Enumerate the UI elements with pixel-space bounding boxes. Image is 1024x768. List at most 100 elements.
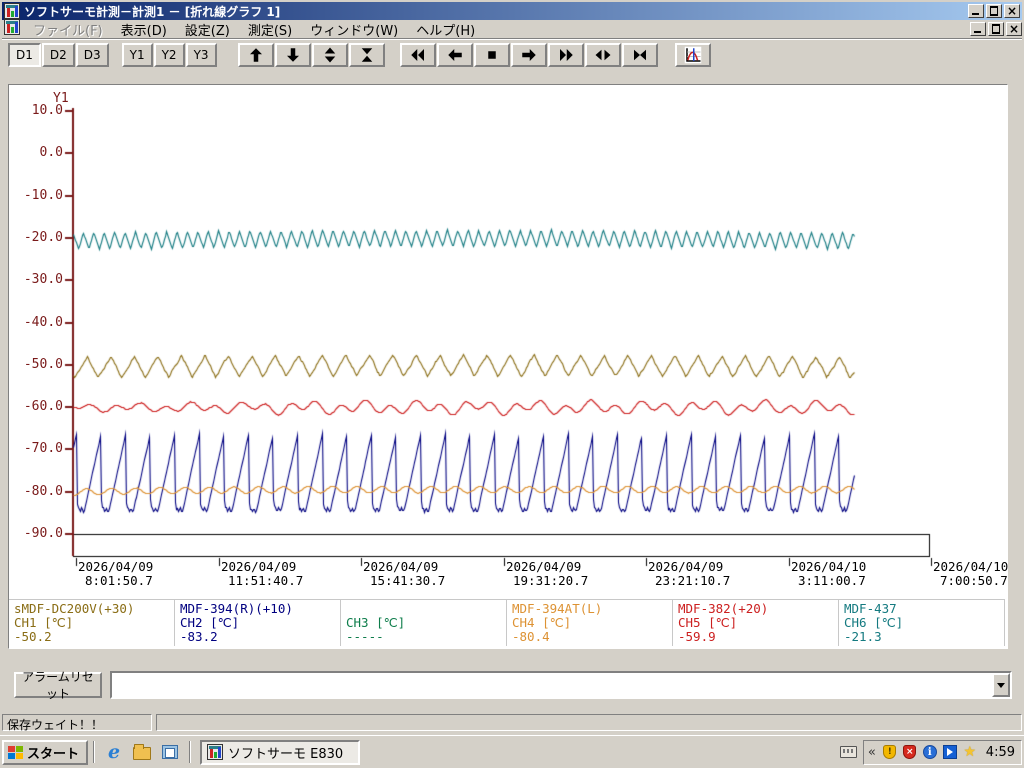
app-chart-icon: [4, 3, 20, 19]
legend-series-name: sMDF-DC200V(+30): [14, 601, 135, 616]
alert-shield-icon: !: [883, 745, 897, 759]
taskbar-divider: [93, 741, 96, 763]
legend-cell-ch6[interactable]: MDF-437 CH6 [℃] -21.3: [839, 600, 1005, 646]
toolbar-stop-button[interactable]: [473, 43, 510, 67]
menu-window[interactable]: ウィンドウ(W): [301, 19, 407, 40]
legend-cell-ch2[interactable]: MDF-394(R)(+10) CH2 [℃] -83.2: [175, 600, 341, 646]
menu-measure[interactable]: 測定(S): [239, 19, 301, 40]
menu-settings[interactable]: 設定(Z): [176, 19, 239, 40]
toolbar-collapse-vertical-button[interactable]: [348, 43, 385, 67]
x-tick-date: 2026/04/09: [78, 559, 154, 574]
legend-cell-ch4[interactable]: MDF-394AT(L) CH4 [℃] -80.4: [507, 600, 673, 646]
media-play-icon: [942, 745, 957, 759]
x-tick-time: 15:41:30.7: [370, 573, 446, 588]
step-left-icon: [447, 49, 462, 61]
system-tray: « ! × i ★ 4:59: [862, 739, 1022, 765]
legend-channel-label: CH3 [℃]: [346, 615, 406, 630]
x-tick-date: 2026/04/09: [363, 559, 439, 574]
toolbar-down-arrow-button[interactable]: [274, 43, 311, 67]
tray-info-balloon-icon[interactable]: i: [922, 744, 938, 760]
show-desktop-icon: [162, 745, 179, 759]
keyboard-layout-icon[interactable]: [839, 746, 857, 758]
tray-alert-shield-icon[interactable]: !: [882, 744, 898, 760]
collapse-chevron-icon[interactable]: «: [868, 745, 876, 760]
toolbar-step-left-button[interactable]: [436, 43, 473, 67]
restore-button[interactable]: [986, 4, 1002, 18]
toolbar-expand-horizontal-button[interactable]: [584, 43, 621, 67]
step-right-icon: [521, 49, 536, 61]
desktop: ソフトサーモ計測－計測1 － [折れ線グラフ 1] × ファイル(F) 表示(D)…: [0, 0, 1024, 768]
taskbar: スタート e ソフトサーモ E830 « ! × i ★ 4:59: [0, 735, 1024, 768]
menu-help[interactable]: ヘルプ(H): [407, 19, 484, 40]
task-button-softthermo[interactable]: ソフトサーモ E830: [200, 739, 361, 765]
menu-file[interactable]: ファイル(F): [24, 19, 112, 40]
quicklaunch-ie-icon[interactable]: e: [103, 741, 125, 763]
y-tick-label: -30.0: [23, 272, 63, 287]
restore-icon: [992, 24, 1000, 34]
x-tick-date: 2026/04/09: [221, 559, 297, 574]
x-tick-time: 7:00:50.7: [940, 573, 1008, 588]
alarm-combobox[interactable]: [110, 671, 1012, 699]
down-arrow-icon: [286, 48, 299, 62]
x-tick-label: 2026/04/09 8:01:50.7: [78, 560, 153, 588]
alarm-reset-button[interactable]: アラームリセット: [14, 670, 102, 701]
tray-security-shield-icon[interactable]: ×: [902, 744, 918, 760]
legend-current-value: -50.2: [14, 629, 52, 644]
quicklaunch-show-desktop-icon[interactable]: [159, 741, 181, 763]
legend-cell-ch1[interactable]: sMDF-DC200V(+30) CH1 [℃] -50.2: [9, 600, 175, 646]
minimize-icon: [972, 13, 979, 15]
child-restore-button[interactable]: [988, 22, 1004, 36]
y-tick-label: -80.0: [23, 484, 63, 499]
legend-current-value: -21.3: [844, 629, 882, 644]
toolbar-y3-button[interactable]: Y3: [185, 43, 217, 67]
legend-channel-label: CH2 [℃]: [180, 615, 240, 630]
taskbar-clock[interactable]: 4:59: [986, 745, 1015, 760]
toolbar-y1-button[interactable]: Y1: [121, 43, 153, 67]
toolbar-collapse-horizontal-button[interactable]: [621, 43, 658, 67]
toolbar-fast-rewind-button[interactable]: [399, 43, 436, 67]
legend-current-value: -----: [346, 629, 384, 644]
chart-panel: Y1 10.0 0.0 -10.0 -20.0 -30.0 -40.0 -50.0 -60.0…: [8, 84, 1008, 649]
x-tick-label: 2026/04/09 15:41:30.7: [363, 560, 445, 588]
x-tick-time: 19:31:20.7: [513, 573, 589, 588]
child-window-icon[interactable]: [4, 19, 20, 39]
toolbar-fast-forward-button[interactable]: [547, 43, 584, 67]
x-tick-date: 2026/04/10: [791, 559, 867, 574]
legend-cell-ch3[interactable]: CH3 [℃] -----: [341, 600, 507, 646]
toolbar-d3-button[interactable]: D3: [75, 43, 109, 67]
toolbar-graph-settings-button[interactable]: [674, 43, 711, 67]
up-arrow-icon: [249, 48, 262, 62]
start-button-label: スタート: [27, 746, 80, 762]
toolbar-d1-button[interactable]: D1: [8, 43, 41, 67]
y-tick-label: -10.0: [23, 188, 63, 203]
quicklaunch-folder-icon[interactable]: [131, 741, 153, 763]
toolbar-up-arrow-button[interactable]: [237, 43, 274, 67]
toolbar: D1 D2 D3 Y1 Y2 Y3: [2, 40, 1022, 70]
close-button[interactable]: ×: [1004, 4, 1020, 18]
tray-star-icon[interactable]: ★: [962, 744, 978, 760]
graph-settings-icon: [684, 46, 701, 64]
x-tick-label: 2026/04/09 23:21:10.7: [648, 560, 730, 588]
alarm-combobox-dropdown-button[interactable]: [992, 673, 1010, 697]
child-minimize-button[interactable]: [970, 22, 986, 36]
tray-media-play-icon[interactable]: [942, 744, 958, 760]
minimize-button[interactable]: [968, 4, 984, 18]
fast-forward-icon: [559, 49, 573, 61]
close-icon: ×: [1008, 22, 1020, 36]
child-close-button[interactable]: ×: [1006, 22, 1022, 36]
x-tick-time: 8:01:50.7: [85, 573, 153, 588]
toolbar-y2-button[interactable]: Y2: [153, 43, 185, 67]
legend-cell-ch5[interactable]: MDF-382(+20) CH5 [℃] -59.9: [673, 600, 839, 646]
status-message: 保存ウェイト！！: [2, 714, 152, 732]
alarm-combobox-value[interactable]: [112, 673, 992, 697]
x-tick-label: 2026/04/09 19:31:20.7: [506, 560, 588, 588]
toolbar-expand-vertical-button[interactable]: [311, 43, 348, 67]
y-tick-label: -50.0: [23, 357, 63, 372]
toolbar-step-right-button[interactable]: [510, 43, 547, 67]
x-tick-time: 11:51:40.7: [228, 573, 304, 588]
start-button[interactable]: スタート: [2, 739, 89, 765]
window-title: ソフトサーモ計測－計測1 － [折れ線グラフ 1]: [24, 4, 281, 19]
menu-view[interactable]: 表示(D): [112, 19, 176, 40]
legend-current-value: -59.9: [678, 629, 716, 644]
toolbar-d2-button[interactable]: D2: [41, 43, 75, 67]
